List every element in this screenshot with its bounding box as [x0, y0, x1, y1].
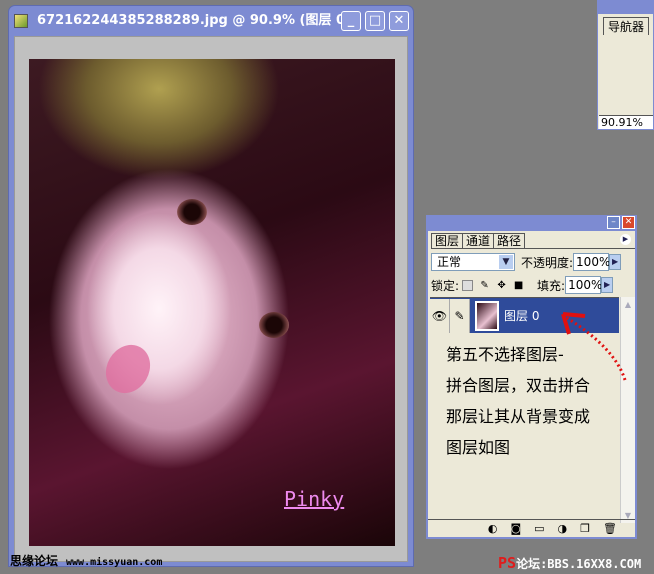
trash-icon[interactable]: 🗑: [603, 522, 617, 535]
adjustment-icon[interactable]: ◑: [558, 522, 568, 535]
panel-menu-icon[interactable]: ▶: [620, 234, 631, 245]
opacity-slider-button[interactable]: ▶: [609, 254, 622, 270]
close-button[interactable]: ✕: [389, 11, 409, 31]
minimize-button[interactable]: _: [341, 11, 361, 31]
canvas-area[interactable]: Pinky: [14, 36, 408, 562]
layer-style-icon[interactable]: ◐: [488, 522, 498, 535]
tab-layers[interactable]: 图层: [431, 233, 464, 248]
folder-icon[interactable]: ▭: [534, 522, 544, 535]
brush-icon[interactable]: ✎: [450, 298, 470, 333]
lock-all-icon[interactable]: ■: [513, 280, 524, 291]
opacity-label: 不透明度:: [521, 255, 574, 270]
watermark-ps: PS论坛:BBS.16XX8.COM: [498, 554, 642, 572]
layer-name[interactable]: 图层 0: [504, 307, 539, 324]
layers-toolbar: ◐ ◙ ▭ ◑ ❐ 🗑: [428, 519, 635, 537]
new-layer-icon[interactable]: ❐: [580, 522, 590, 535]
photo-eye: [177, 199, 207, 225]
photo-lips: [97, 336, 159, 402]
navigator-panel: 导航器 90.91%: [597, 0, 654, 130]
panel-close-button[interactable]: ✕: [622, 216, 635, 229]
lock-move-icon[interactable]: ✥: [496, 280, 507, 291]
mask-icon[interactable]: ◙: [510, 522, 521, 535]
photo-eye: [259, 312, 289, 338]
lock-brush-icon[interactable]: ✎: [479, 280, 490, 291]
document-window: 672162244385288289.jpg @ 90.9% (图层 0,...…: [8, 5, 414, 567]
navigator-zoom[interactable]: 90.91%: [599, 115, 653, 129]
fill-slider-button[interactable]: ▶: [601, 277, 614, 293]
panel-minimize-button[interactable]: –: [607, 216, 620, 229]
tab-paths[interactable]: 路径: [493, 233, 526, 248]
fill-input[interactable]: 100%: [565, 276, 602, 294]
eye-icon[interactable]: 👁: [430, 298, 450, 333]
photo-signature: Pinky: [284, 487, 345, 511]
chevron-down-icon: ▼: [499, 255, 513, 269]
tab-navigator[interactable]: 导航器: [603, 17, 650, 35]
fill-label: 填充:: [537, 278, 566, 293]
note-line: 那层让其从背景变成: [446, 407, 591, 426]
lock-label: 锁定:: [431, 278, 460, 293]
lock-transparency-icon[interactable]: [462, 279, 474, 291]
document-title: 672162244385288289.jpg @ 90.9% (图层 0,...: [37, 13, 343, 28]
panel-tabs: 图层 通道 路径 ▶: [431, 233, 635, 249]
watermark-left: 思缘论坛 www.missyuan.com: [10, 554, 163, 568]
red-arrow-annotation: [561, 312, 627, 381]
note-line: 图层如图: [446, 438, 511, 457]
photo: Pinky: [29, 59, 395, 546]
blend-mode-select[interactable]: 正常 ▼: [431, 253, 515, 271]
tab-channels[interactable]: 通道: [462, 233, 495, 248]
maximize-button[interactable]: □: [365, 11, 385, 31]
opacity-input[interactable]: 100%: [573, 253, 610, 271]
layer-thumbnail: [475, 300, 499, 331]
